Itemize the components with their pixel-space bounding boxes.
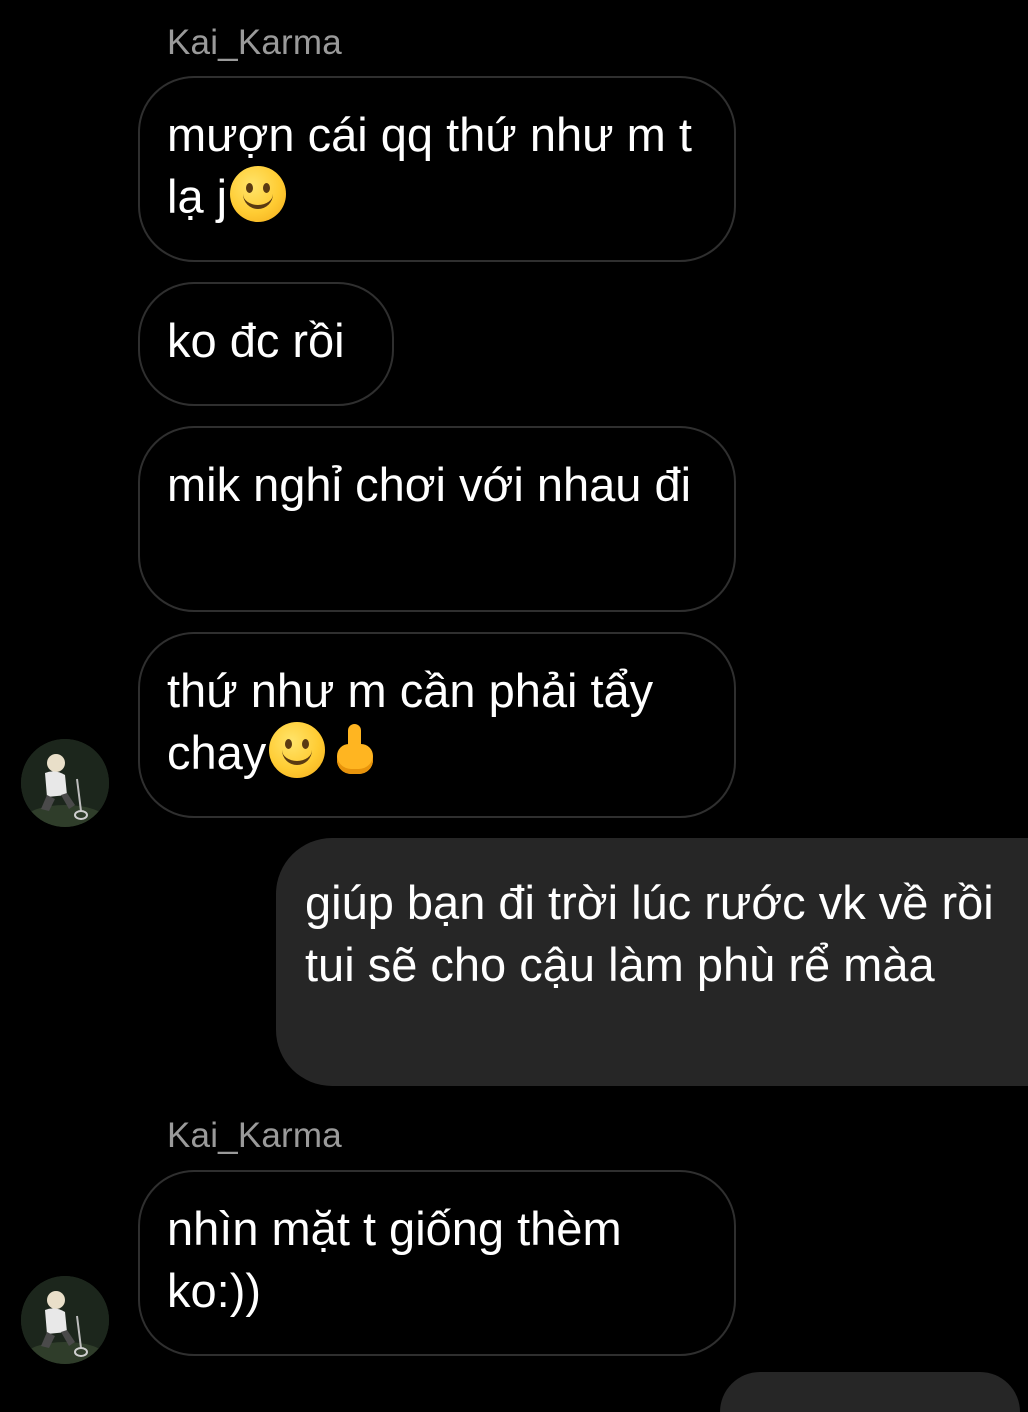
sender-name: Kai_Karma xyxy=(167,23,342,62)
outgoing-message-bubble[interactable]: giúp bạn đi trời lúc rước vk về rồi tui … xyxy=(276,838,1028,1086)
sender-name: Kai_Karma xyxy=(167,1116,342,1155)
incoming-message-bubble[interactable]: thứ như m cần phải tẩy chay xyxy=(138,632,736,818)
incoming-message-bubble[interactable]: mik nghỉ chơi với nhau đi xyxy=(138,426,736,612)
message-text: thứ như m cần phải tẩy chay xyxy=(167,664,654,779)
avatar-photo-icon xyxy=(21,1276,109,1364)
contact-avatar[interactable] xyxy=(21,1276,109,1364)
middle-finger-icon xyxy=(335,722,375,778)
slightly-smiling-face-icon xyxy=(230,166,287,222)
message-text: giúp bạn đi trời lúc rước vk về rồi tui … xyxy=(305,876,994,991)
contact-avatar[interactable] xyxy=(21,739,109,827)
avatar-photo-icon xyxy=(21,739,109,827)
incoming-message-bubble[interactable]: nhìn mặt t giống thèm ko:)) xyxy=(138,1170,736,1356)
outgoing-message-bubble-partial[interactable] xyxy=(720,1372,1020,1412)
message-text: nhìn mặt t giống thèm ko:)) xyxy=(167,1202,622,1317)
message-text: mik nghỉ chơi với nhau đi xyxy=(167,458,692,511)
incoming-message-bubble[interactable]: ko đc rồi xyxy=(138,282,394,406)
incoming-message-bubble[interactable]: mượn cái qq thứ như m t lạ j xyxy=(138,76,736,262)
message-text: ko đc rồi xyxy=(167,314,345,367)
slightly-smiling-face-icon xyxy=(269,722,326,778)
message-text: mượn cái qq thứ như m t lạ j xyxy=(167,108,692,223)
